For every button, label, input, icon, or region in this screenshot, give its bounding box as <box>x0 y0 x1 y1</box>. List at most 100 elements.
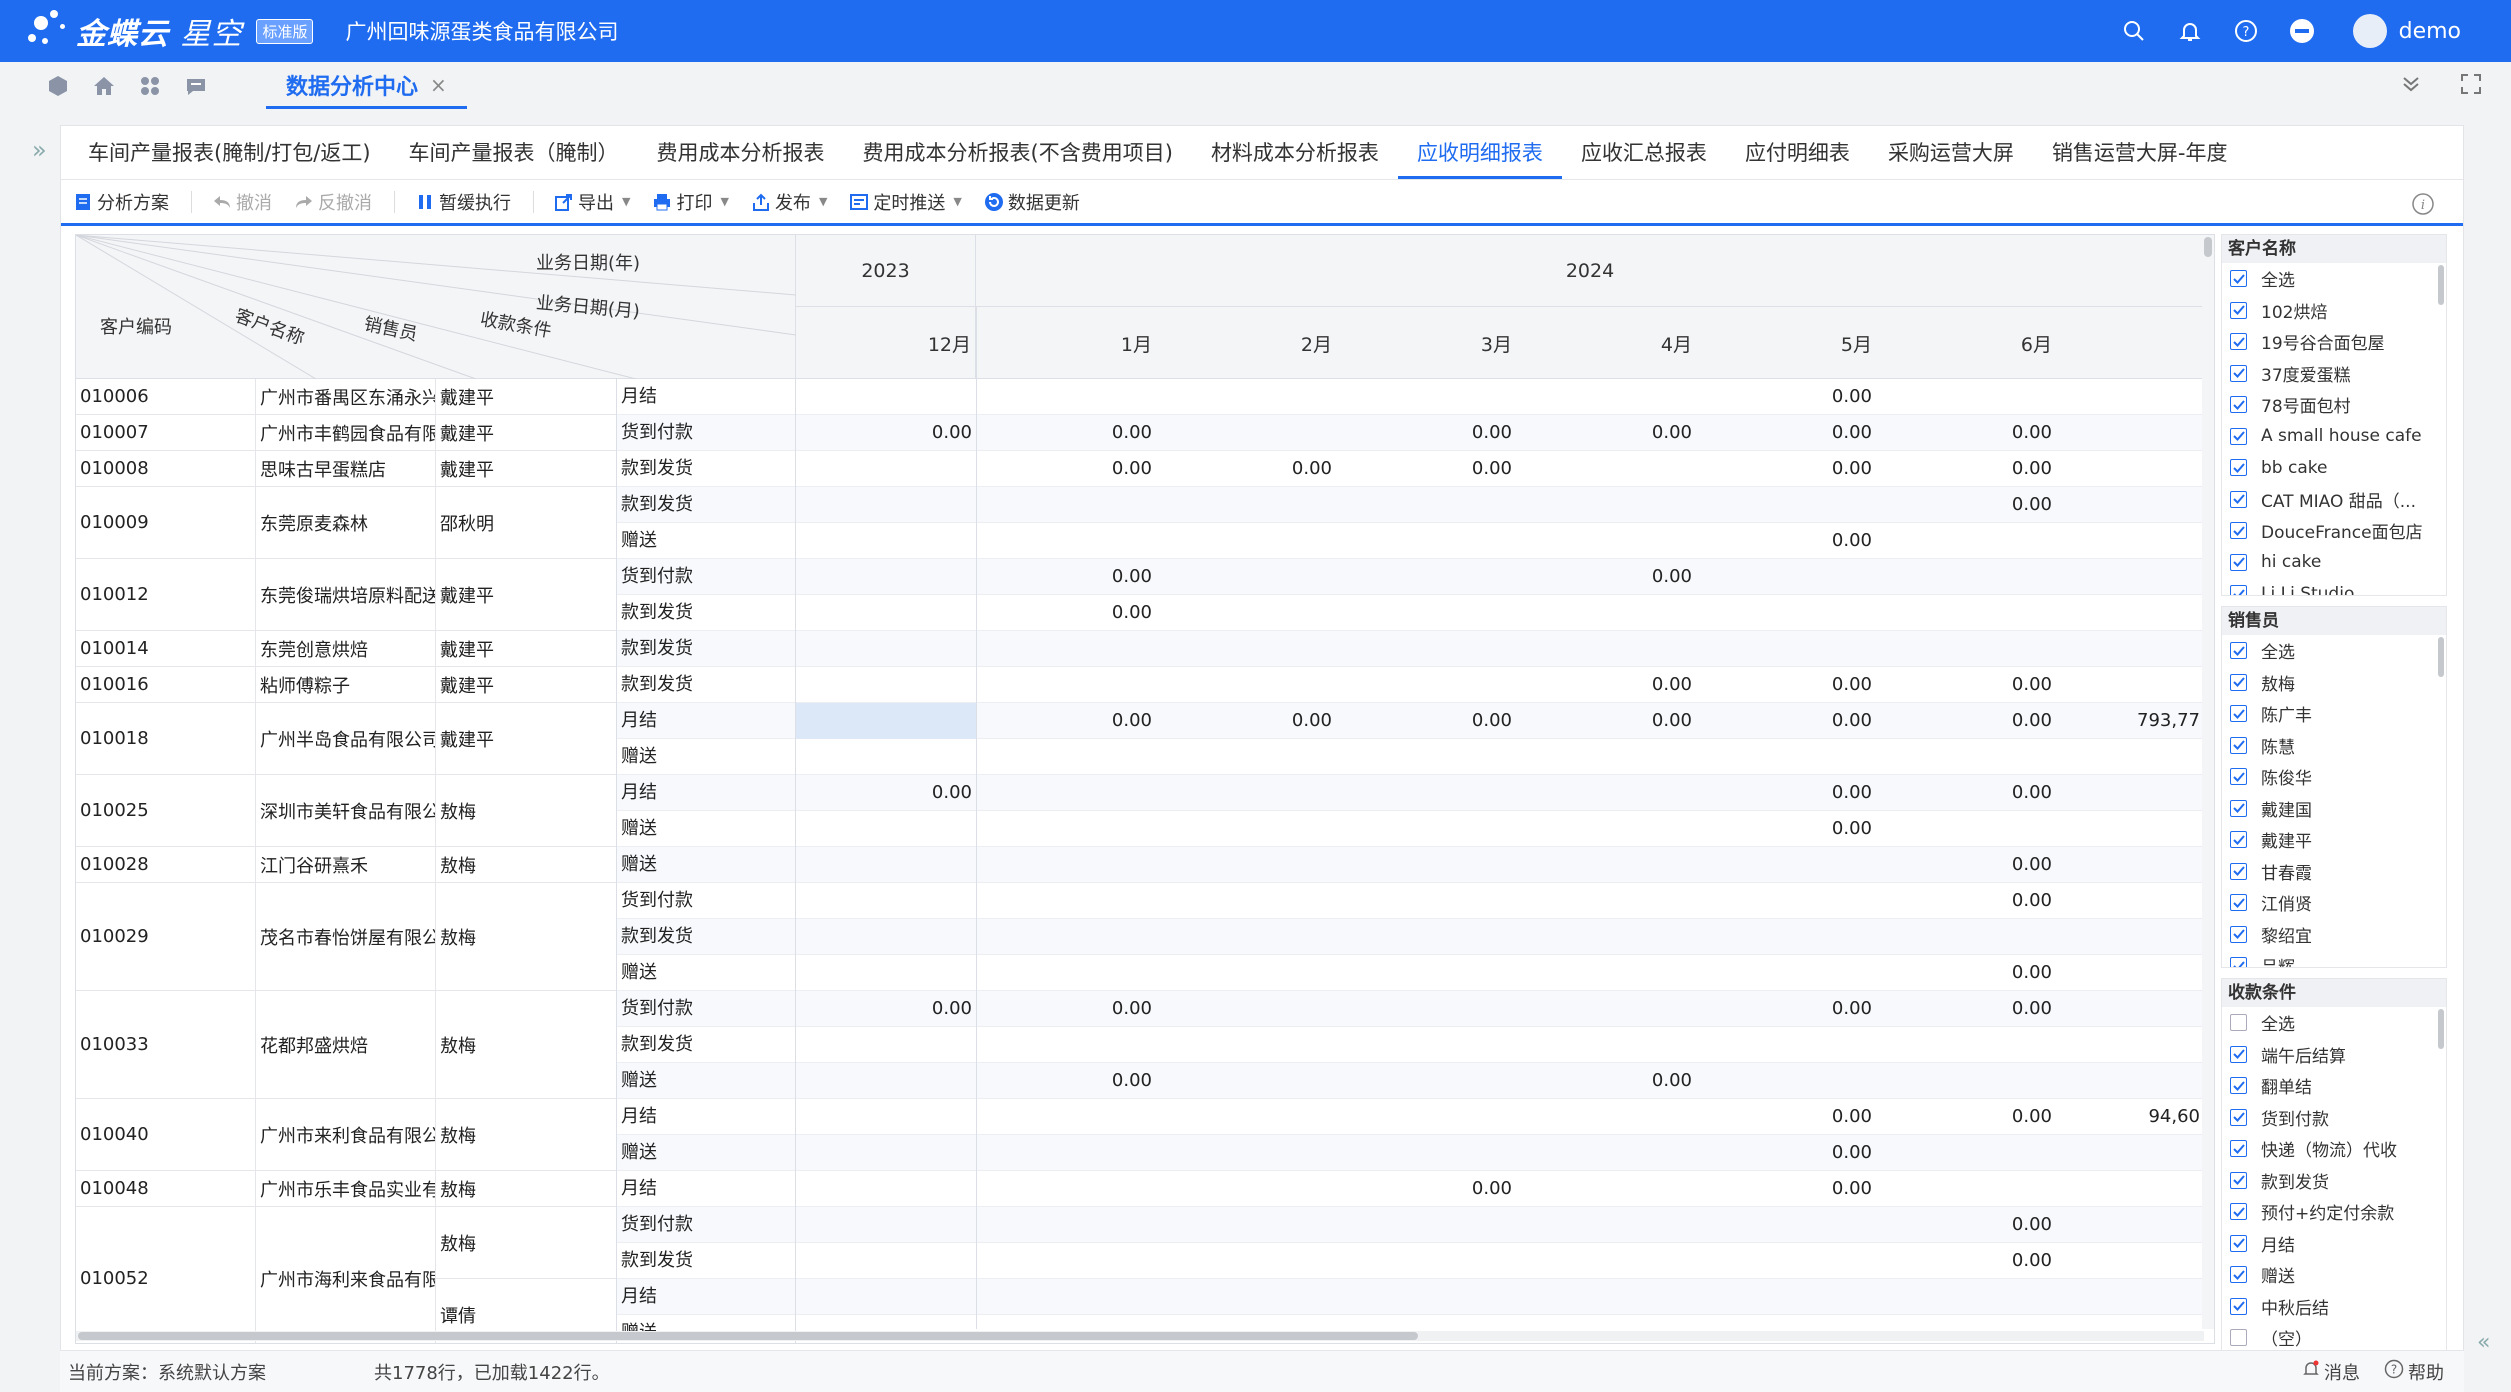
payment-terms-cell[interactable]: 月结 <box>616 1279 796 1315</box>
salesperson-cell[interactable]: 敖梅 <box>436 1171 616 1206</box>
filter-option[interactable]: 中秋后结 <box>2222 1291 2446 1323</box>
value-cell[interactable] <box>1336 667 1516 703</box>
payment-terms-cell[interactable]: 货到付款 <box>616 883 796 919</box>
value-cell[interactable] <box>976 1279 1156 1315</box>
value-cell[interactable] <box>1156 883 1336 919</box>
value-cell[interactable]: 0.00 <box>976 595 1156 631</box>
value-cell[interactable] <box>2056 379 2204 415</box>
value-cell[interactable] <box>1876 1135 2056 1171</box>
value-cell[interactable] <box>1156 595 1336 631</box>
checkbox-checked-icon[interactable] <box>2230 705 2247 723</box>
value-cell[interactable] <box>1156 1243 1336 1279</box>
tab-report-0[interactable]: 车间产量报表(腌制/打包/返工) <box>69 125 390 179</box>
customer-name-cell[interactable]: 东莞原麦森林 <box>256 487 436 558</box>
value-cell[interactable]: 0.00 <box>1336 703 1516 739</box>
customer-code-cell[interactable]: 010052 <box>76 1207 256 1343</box>
value-cell[interactable] <box>2056 1027 2204 1063</box>
value-cell[interactable] <box>1516 919 1696 955</box>
value-cell[interactable] <box>1336 1063 1516 1099</box>
value-cell[interactable] <box>2056 667 2204 703</box>
value-cell[interactable] <box>1156 991 1336 1027</box>
value-cell[interactable]: 0.00 <box>1336 451 1516 487</box>
messages-button[interactable]: 消息 <box>2302 1359 2360 1385</box>
value-cell[interactable] <box>2056 847 2204 883</box>
value-cell[interactable] <box>1336 847 1516 883</box>
checkbox-checked-icon[interactable] <box>2230 1234 2247 1252</box>
filter-option[interactable]: 月结 <box>2222 1228 2446 1260</box>
value-cell[interactable]: 793,77 <box>2056 703 2204 739</box>
checkbox-checked-icon[interactable] <box>2230 799 2247 817</box>
value-cell[interactable] <box>1516 1099 1696 1135</box>
payment-terms-cell[interactable]: 赠送 <box>616 1135 796 1171</box>
checkbox-checked-icon[interactable] <box>2230 490 2247 508</box>
value-cell[interactable]: 0.00 <box>1516 703 1696 739</box>
value-cell[interactable] <box>1696 1279 1876 1315</box>
fullscreen-icon[interactable] <box>2459 72 2483 100</box>
value-cell[interactable] <box>976 919 1156 955</box>
filter-option[interactable]: 敖梅 <box>2222 667 2446 699</box>
value-cell[interactable] <box>1696 631 1876 667</box>
value-cell[interactable]: 94,60 <box>2056 1099 2204 1135</box>
value-cell[interactable] <box>796 883 976 919</box>
customer-name-cell[interactable]: 东莞俊瑞烘培原料配送 <box>256 559 436 630</box>
value-cell[interactable] <box>2056 1063 2204 1099</box>
value-cell[interactable] <box>796 631 976 667</box>
value-cell[interactable]: 0.00 <box>1876 991 2056 1027</box>
value-cell[interactable] <box>796 811 976 847</box>
filter-option[interactable]: Li Li Studio <box>2222 578 2446 595</box>
search-icon[interactable] <box>2119 16 2149 46</box>
customer-code-cell[interactable]: 010012 <box>76 559 256 630</box>
value-cell[interactable]: 0.00 <box>796 991 976 1027</box>
payment-terms-cell[interactable]: 款到发货 <box>616 487 796 523</box>
value-cell[interactable] <box>1156 955 1336 991</box>
collapse-right-icon[interactable]: « <box>2477 1330 2503 1356</box>
value-cell[interactable] <box>2056 559 2204 595</box>
customer-code-cell[interactable]: 010009 <box>76 487 256 558</box>
checkbox-checked-icon[interactable] <box>2230 642 2247 660</box>
salesperson-cell[interactable]: 戴建平 <box>436 415 616 450</box>
value-cell[interactable] <box>1516 379 1696 415</box>
value-cell[interactable] <box>796 739 976 775</box>
tab-report-3[interactable]: 费用成本分析报表(不含费用项目) <box>844 125 1192 179</box>
customer-code-cell[interactable]: 010048 <box>76 1171 256 1206</box>
value-cell[interactable]: 0.00 <box>1516 1063 1696 1099</box>
value-cell[interactable]: 0.00 <box>1696 1099 1876 1135</box>
value-cell[interactable]: 0.00 <box>1876 883 2056 919</box>
value-cell[interactable] <box>2056 1243 2204 1279</box>
value-cell[interactable] <box>2056 631 2204 667</box>
filter-scrollbar[interactable] <box>2438 1009 2444 1049</box>
customer-code-cell[interactable]: 010025 <box>76 775 256 846</box>
value-cell[interactable]: 0.00 <box>976 1063 1156 1099</box>
value-cell[interactable] <box>2056 487 2204 523</box>
value-cell[interactable] <box>2056 1279 2204 1315</box>
value-cell[interactable] <box>2056 811 2204 847</box>
salesperson-cell[interactable]: 敖梅 <box>436 847 616 882</box>
checkbox-checked-icon[interactable] <box>2230 862 2247 880</box>
payment-terms-cell[interactable]: 赠送 <box>616 811 796 847</box>
filter-option[interactable]: 甘春霞 <box>2222 856 2446 888</box>
checkbox-checked-icon[interactable] <box>2230 459 2247 477</box>
value-cell[interactable] <box>796 1027 976 1063</box>
value-cell[interactable] <box>1516 631 1696 667</box>
customer-name-cell[interactable]: 广州市乐丰食品实业有 <box>256 1171 436 1206</box>
value-cell[interactable] <box>1516 1207 1696 1243</box>
value-cell[interactable]: 0.00 <box>976 991 1156 1027</box>
filter-option[interactable]: 黎绍宜 <box>2222 919 2446 951</box>
payment-terms-cell[interactable]: 月结 <box>616 703 796 739</box>
value-cell[interactable] <box>1876 1171 2056 1207</box>
customer-name-cell[interactable]: 深圳市美轩食品有限公 <box>256 775 436 846</box>
bell-icon[interactable] <box>2175 16 2205 46</box>
value-cell[interactable]: 0.00 <box>1876 1207 2056 1243</box>
publish-button[interactable]: 发布 ▼ <box>751 189 827 215</box>
salesperson-cell[interactable]: 戴建平 <box>436 631 616 666</box>
value-cell[interactable] <box>1876 379 2056 415</box>
value-cell[interactable] <box>1696 955 1876 991</box>
customer-name-cell[interactable]: 广州市海利来食品有限 <box>256 1207 436 1343</box>
value-cell[interactable] <box>796 1171 976 1207</box>
vertical-scrollbar[interactable] <box>2202 235 2214 1329</box>
filter-option[interactable]: 37度爱蛋糕 <box>2222 358 2446 390</box>
value-cell[interactable] <box>796 1135 976 1171</box>
value-cell[interactable] <box>796 451 976 487</box>
value-cell[interactable]: 0.00 <box>1876 955 2056 991</box>
customer-name-cell[interactable]: 花都邦盛烘焙 <box>256 991 436 1098</box>
